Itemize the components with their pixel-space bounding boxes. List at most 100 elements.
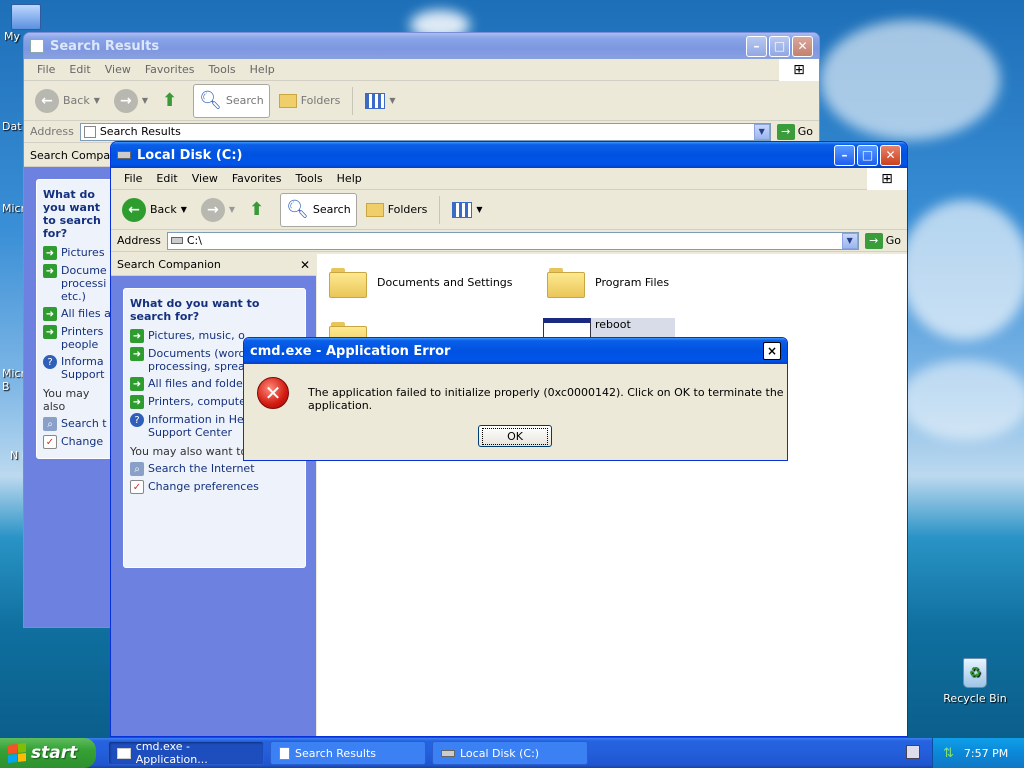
menu-view[interactable]: View: [98, 63, 138, 76]
address-label: Address: [117, 234, 161, 247]
menu-edit[interactable]: Edit: [149, 172, 184, 185]
address-input[interactable]: Search Results ▼: [79, 122, 771, 141]
up-folder-button[interactable]: ⬆: [157, 84, 189, 118]
minimize-button[interactable]: –: [746, 35, 767, 57]
green-arrow-icon: ➜: [130, 377, 144, 391]
back-arrow-icon: ←: [35, 88, 59, 113]
search-companion-header: Search Companion: [24, 145, 134, 167]
views-button[interactable]: ▼: [360, 84, 400, 118]
folders-button[interactable]: Folders: [274, 84, 346, 118]
option-label: All files and folder: [148, 377, 248, 390]
address-value: Search Results: [99, 125, 181, 138]
menu-view[interactable]: View: [185, 172, 225, 185]
link-change-preferences[interactable]: ✓ Change preferences: [130, 480, 299, 494]
close-pane-icon[interactable]: ✕: [300, 258, 310, 272]
link-search-internet[interactable]: ⌕ Search t: [43, 417, 111, 431]
back-label: Back: [63, 94, 90, 107]
search-button[interactable]: 🔍︎ Search: [280, 192, 357, 227]
dialog-close-button[interactable]: ×: [763, 342, 781, 360]
recycle-bin-icon: ♻: [963, 658, 987, 688]
go-button[interactable]: → Go: [864, 232, 901, 249]
drive-icon: [170, 237, 183, 244]
chevron-down-icon[interactable]: ▼: [841, 232, 858, 249]
folder-icon: [329, 266, 367, 298]
go-label: Go: [797, 125, 813, 138]
search-results-icon: [279, 746, 290, 760]
checklist-icon: ✓: [130, 480, 144, 494]
taskbar-item-cmd[interactable]: cmd.exe - Application...: [108, 740, 264, 766]
toolbar-separator: [352, 86, 354, 115]
go-arrow-icon: →: [776, 123, 795, 140]
menu-help[interactable]: Help: [330, 172, 369, 185]
application-error-dialog[interactable]: cmd.exe - Application Error × ✕ The appl…: [243, 337, 788, 461]
option-all-files[interactable]: ➜ All files a: [43, 307, 111, 321]
file-list-pane: Documents and Settings Program Files reb…: [317, 254, 907, 736]
taskbar-item-label: Search Results: [295, 746, 377, 760]
menu-favorites[interactable]: Favorites: [138, 63, 202, 76]
file-reboot[interactable]: reboot: [543, 318, 675, 338]
folders-label: Folders: [387, 203, 428, 216]
network-icon[interactable]: ⇅: [943, 746, 954, 761]
minimize-button[interactable]: –: [834, 144, 855, 166]
title-bar[interactable]: Search Results – □ ✕: [24, 33, 819, 59]
link-change-preferences[interactable]: ✓ Change: [43, 435, 111, 449]
search-results-icon: [83, 125, 96, 138]
menu-tools[interactable]: Tools: [202, 63, 243, 76]
toolbar-separator: [439, 195, 441, 224]
keyboard-icon[interactable]: [906, 745, 920, 759]
cloud: [900, 200, 1024, 340]
option-documents[interactable]: ➜ Docume processi etc.): [43, 264, 111, 303]
link-search-internet[interactable]: ⌕ Search the Internet: [130, 462, 299, 476]
up-folder-button[interactable]: ⬆: [244, 193, 276, 227]
go-arrow-icon: →: [864, 232, 883, 249]
dialog-icon: [117, 747, 131, 759]
search-companion-body: What do you want to search for? ➜ Picture…: [24, 167, 118, 627]
option-printers[interactable]: ➜ Printers people: [43, 325, 111, 351]
folders-icon: [365, 202, 384, 217]
folder-documents-and-settings[interactable]: Documents and Settings: [329, 266, 513, 298]
folder-program-files[interactable]: Program Files: [547, 266, 669, 298]
menu-file[interactable]: File: [30, 63, 62, 76]
search-button[interactable]: 🔍︎ Search: [193, 83, 270, 118]
start-button[interactable]: start: [0, 738, 96, 768]
folder-icon: [547, 266, 585, 298]
taskbar-item-local-disk[interactable]: Local Disk (C:): [432, 741, 588, 765]
desktop-icon-recycle-bin[interactable]: ♻ Recycle Bin: [940, 658, 1010, 705]
forward-button[interactable]: → ▼: [109, 84, 153, 118]
back-button[interactable]: ← Back ▼: [30, 84, 105, 118]
close-button[interactable]: ✕: [880, 144, 901, 166]
menu-file[interactable]: File: [117, 172, 149, 185]
link-label: Search t: [61, 417, 107, 430]
go-button[interactable]: → Go: [776, 123, 813, 140]
search-icon: 🔍︎: [199, 90, 222, 111]
back-button[interactable]: ← Back ▼: [117, 193, 192, 227]
error-icon: ✕: [257, 377, 289, 409]
dialog-title-bar[interactable]: cmd.exe - Application Error ×: [244, 338, 787, 364]
green-arrow-icon: ➜: [130, 395, 144, 409]
ok-button[interactable]: OK: [478, 425, 552, 447]
taskbar-item-search-results[interactable]: Search Results: [270, 741, 426, 765]
maximize-button[interactable]: □: [769, 35, 790, 57]
option-pictures[interactable]: ➜ Pictures: [43, 246, 111, 260]
address-input[interactable]: C:\ ▼: [166, 231, 859, 250]
clock[interactable]: 7:57 PM: [964, 747, 1008, 760]
menu-help[interactable]: Help: [243, 63, 282, 76]
up-folder-icon: ⬆: [162, 89, 178, 111]
views-button[interactable]: ▼: [447, 193, 487, 227]
option-information[interactable]: ? Informa Support: [43, 355, 111, 381]
maximize-button[interactable]: □: [857, 144, 878, 166]
title-bar[interactable]: Local Disk (C:) – □ ✕: [111, 142, 907, 168]
close-button[interactable]: ✕: [792, 35, 813, 57]
menu-favorites[interactable]: Favorites: [225, 172, 289, 185]
folder-label: Documents and Settings: [377, 275, 513, 289]
forward-button[interactable]: → ▼: [196, 193, 240, 227]
start-label: start: [31, 743, 78, 763]
address-value: C:\: [186, 234, 202, 247]
chevron-down-icon[interactable]: ▼: [753, 123, 770, 140]
menu-tools[interactable]: Tools: [289, 172, 330, 185]
back-label: Back: [150, 203, 177, 216]
also-text: You may also: [43, 387, 90, 413]
menu-edit[interactable]: Edit: [62, 63, 97, 76]
folders-button[interactable]: Folders: [361, 193, 433, 227]
forward-arrow-icon: →: [113, 88, 138, 113]
